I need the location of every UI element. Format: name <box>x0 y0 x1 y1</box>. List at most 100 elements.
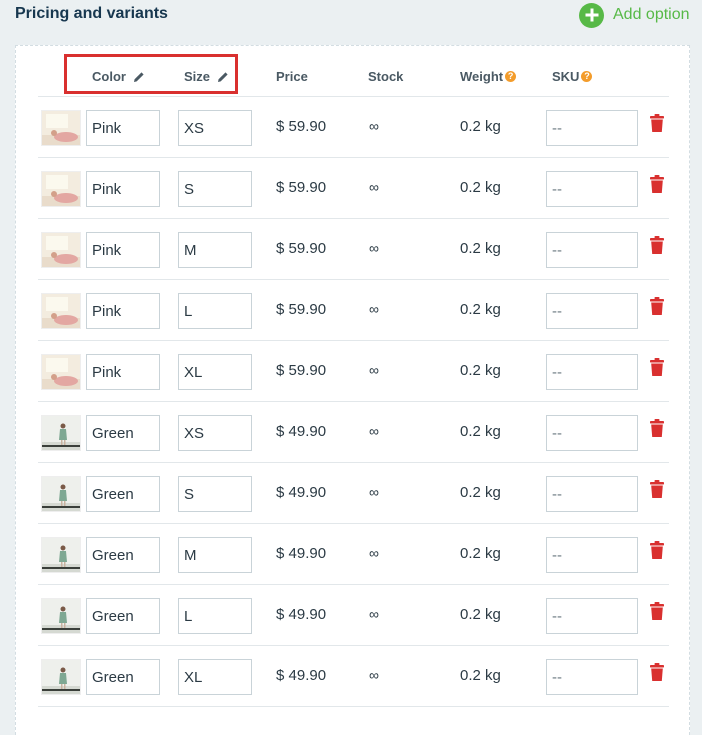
price-value[interactable]: $ 49.90 <box>276 606 326 623</box>
trash-icon[interactable] <box>650 114 664 132</box>
stock-value[interactable]: ∞ <box>369 118 379 134</box>
color-input[interactable]: Pink <box>86 110 160 146</box>
sku-input[interactable]: -- <box>546 232 638 268</box>
stock-value[interactable]: ∞ <box>369 301 379 317</box>
weight-value[interactable]: 0.2 kg <box>460 545 501 562</box>
table-row: Green M $ 49.90 ∞ 0.2 kg -- <box>38 524 669 585</box>
stock-value[interactable]: ∞ <box>369 179 379 195</box>
table-header: Color Size Price Stock Weight ? SKU ? <box>38 46 669 97</box>
trash-icon[interactable] <box>650 297 664 315</box>
plus-circle-icon[interactable] <box>579 2 604 28</box>
variant-thumbnail <box>41 354 81 390</box>
sku-input[interactable]: -- <box>546 415 638 451</box>
color-input[interactable]: Pink <box>86 354 160 390</box>
trash-icon[interactable] <box>650 541 664 559</box>
trash-icon[interactable] <box>650 236 664 254</box>
sku-input[interactable]: -- <box>546 659 638 695</box>
stock-value[interactable]: ∞ <box>369 545 379 561</box>
weight-value[interactable]: 0.2 kg <box>460 118 501 135</box>
section-title: Pricing and variants <box>15 5 168 22</box>
color-input[interactable]: Green <box>86 598 160 634</box>
trash-icon[interactable] <box>650 175 664 193</box>
column-header-weight: Weight ? <box>460 69 517 84</box>
price-value[interactable]: $ 59.90 <box>276 240 326 257</box>
sku-input[interactable]: -- <box>546 354 638 390</box>
size-input[interactable]: S <box>178 171 252 207</box>
size-input[interactable]: XS <box>178 415 252 451</box>
price-value[interactable]: $ 49.90 <box>276 667 326 684</box>
trash-icon[interactable] <box>650 480 664 498</box>
variant-thumbnail <box>41 598 81 634</box>
weight-value[interactable]: 0.2 kg <box>460 667 501 684</box>
weight-value[interactable]: 0.2 kg <box>460 606 501 623</box>
trash-icon[interactable] <box>650 602 664 620</box>
stock-value[interactable]: ∞ <box>369 484 379 500</box>
stock-value[interactable]: ∞ <box>369 667 379 683</box>
size-input[interactable]: L <box>178 293 252 329</box>
trash-icon[interactable] <box>650 663 664 681</box>
size-input[interactable]: XL <box>178 659 252 695</box>
table-row: Pink XS $ 59.90 ∞ 0.2 kg -- <box>38 97 669 158</box>
column-header-stock: Stock <box>368 69 403 84</box>
color-input[interactable]: Green <box>86 415 160 451</box>
price-value[interactable]: $ 59.90 <box>276 118 326 135</box>
add-option-button[interactable]: Add option <box>579 2 690 28</box>
column-header-size[interactable]: Size <box>184 69 229 84</box>
size-input[interactable]: M <box>178 232 252 268</box>
price-value[interactable]: $ 49.90 <box>276 484 326 501</box>
price-value[interactable]: $ 49.90 <box>276 423 326 440</box>
variant-thumbnail <box>41 232 81 268</box>
sku-input[interactable]: -- <box>546 293 638 329</box>
color-input[interactable]: Pink <box>86 293 160 329</box>
color-input[interactable]: Green <box>86 659 160 695</box>
stock-value[interactable]: ∞ <box>369 606 379 622</box>
color-input[interactable]: Pink <box>86 232 160 268</box>
question-circle-icon[interactable]: ? <box>505 71 517 82</box>
color-input[interactable]: Green <box>86 476 160 512</box>
variant-thumbnail <box>41 110 81 146</box>
add-option-label[interactable]: Add option <box>613 6 690 24</box>
price-value[interactable]: $ 59.90 <box>276 362 326 379</box>
sku-input[interactable]: -- <box>546 598 638 634</box>
weight-value[interactable]: 0.2 kg <box>460 484 501 501</box>
table-row: Green S $ 49.90 ∞ 0.2 kg -- <box>38 463 669 524</box>
variant-thumbnail <box>41 476 81 512</box>
color-input[interactable]: Green <box>86 537 160 573</box>
sku-input[interactable]: -- <box>546 537 638 573</box>
column-header-weight-label: Weight <box>460 69 504 84</box>
weight-value[interactable]: 0.2 kg <box>460 423 501 440</box>
size-input[interactable]: XL <box>178 354 252 390</box>
price-value[interactable]: $ 59.90 <box>276 301 326 318</box>
weight-value[interactable]: 0.2 kg <box>460 240 501 257</box>
pencil-icon[interactable] <box>133 71 145 83</box>
question-circle-icon[interactable]: ? <box>581 71 593 82</box>
stock-value[interactable]: ∞ <box>369 240 379 256</box>
trash-icon[interactable] <box>650 358 664 376</box>
table-row: Pink M $ 59.90 ∞ 0.2 kg -- <box>38 219 669 280</box>
variant-thumbnail <box>41 659 81 695</box>
size-input[interactable]: L <box>178 598 252 634</box>
weight-value[interactable]: 0.2 kg <box>460 362 501 379</box>
column-header-color[interactable]: Color <box>92 69 145 84</box>
size-input[interactable]: M <box>178 537 252 573</box>
stock-value[interactable]: ∞ <box>369 362 379 378</box>
sku-input[interactable]: -- <box>546 171 638 207</box>
sku-input[interactable]: -- <box>546 110 638 146</box>
column-header-color-label: Color <box>92 69 126 84</box>
variant-thumbnail <box>41 293 81 329</box>
sku-input[interactable]: -- <box>546 476 638 512</box>
trash-icon[interactable] <box>650 419 664 437</box>
weight-value[interactable]: 0.2 kg <box>460 301 501 318</box>
column-header-sku-label: SKU <box>552 69 580 84</box>
table-row: Green XS $ 49.90 ∞ 0.2 kg -- <box>38 402 669 463</box>
pencil-icon[interactable] <box>217 71 229 83</box>
stock-value[interactable]: ∞ <box>369 423 379 439</box>
size-input[interactable]: S <box>178 476 252 512</box>
weight-value[interactable]: 0.2 kg <box>460 179 501 196</box>
variants-table: Color Size Price Stock Weight ? SKU ? Pi <box>38 46 669 707</box>
price-value[interactable]: $ 59.90 <box>276 179 326 196</box>
size-input[interactable]: XS <box>178 110 252 146</box>
color-input[interactable]: Pink <box>86 171 160 207</box>
price-value[interactable]: $ 49.90 <box>276 545 326 562</box>
column-header-stock-label: Stock <box>368 69 404 84</box>
